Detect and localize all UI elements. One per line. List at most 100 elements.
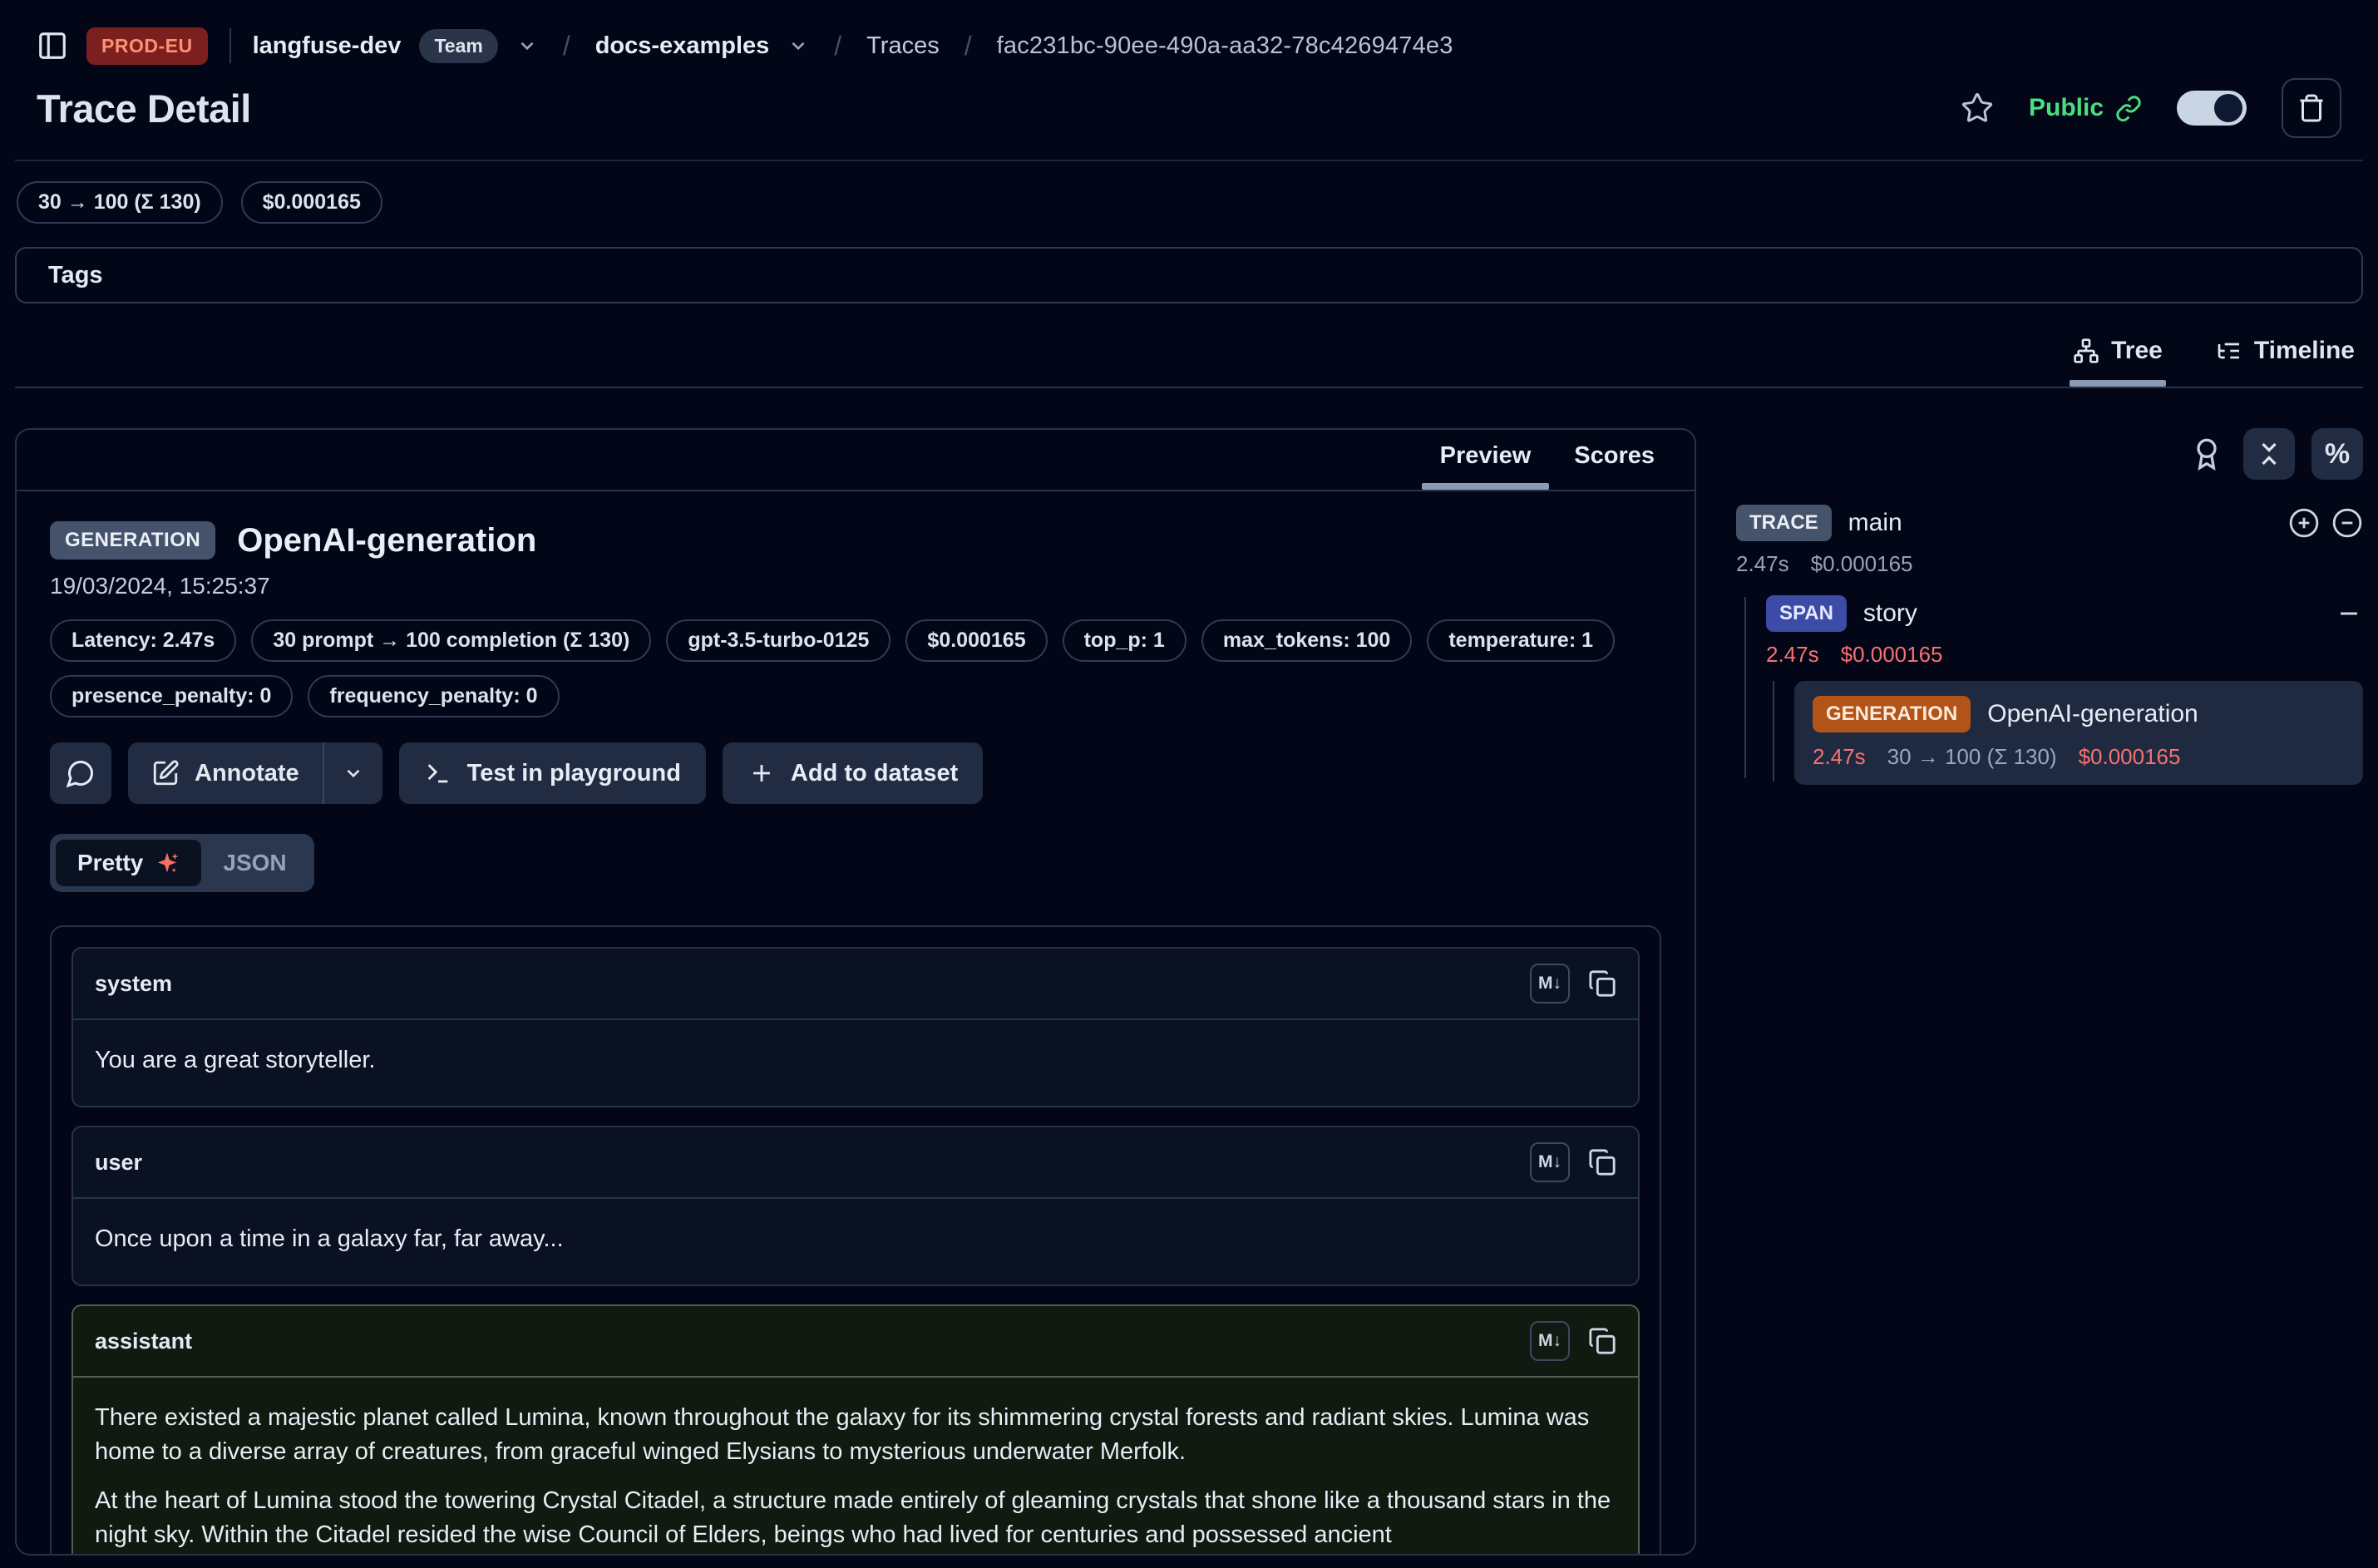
markdown-toggle-icon[interactable]: M↓: [1530, 1321, 1570, 1361]
public-toggle[interactable]: [2177, 91, 2247, 126]
message-header: userM↓: [73, 1127, 1638, 1199]
public-status: Public: [2029, 94, 2142, 122]
trace-cost: $0.000165: [1811, 551, 1913, 577]
tags-container[interactable]: Tags: [15, 247, 2363, 303]
span-type-badge: SPAN: [1766, 595, 1847, 632]
message-block-user: userM↓ Once upon a time in a galaxy far, …: [72, 1126, 1640, 1286]
add-to-dataset-button[interactable]: Add to dataset: [723, 742, 983, 804]
span-cost: $0.000165: [1841, 642, 1943, 668]
project-chevron-down-icon[interactable]: [787, 35, 809, 57]
observation-timestamp: 19/03/2024, 15:25:37: [50, 573, 1661, 599]
token-usage-badge: 30 → 100 (Σ 130): [17, 181, 223, 224]
comment-button[interactable]: [50, 742, 111, 804]
collapse-span-icon[interactable]: [2335, 599, 2363, 628]
generation-type-badge: GENERATION: [1813, 696, 1971, 732]
observation-name: OpenAI-generation: [237, 522, 536, 560]
sparkles-icon: [155, 851, 180, 875]
org-chevron-down-icon[interactable]: [516, 35, 538, 57]
message-block-assistant: assistant M↓ There existed a majestic plan…: [72, 1304, 1640, 1556]
cost-badge: $0.000165: [241, 181, 382, 224]
trace-type-badge: TRACE: [1736, 505, 1832, 541]
tags-label: Tags: [48, 262, 103, 289]
message-paragraph: You are a great storyteller.: [95, 1043, 1616, 1077]
markdown-toggle-icon[interactable]: M↓: [1530, 964, 1570, 1003]
breadcrumb-separator: /: [965, 31, 972, 62]
message-paragraph: There existed a majestic planet called L…: [95, 1401, 1616, 1469]
title-actions: Public: [1961, 78, 2341, 138]
observation-detail-card: Preview Scores GENERATION OpenAI-generat…: [15, 428, 1696, 1556]
observation-badges: Latency: 2.47s30 prompt → 100 completion…: [50, 619, 1661, 717]
main-content: Preview Scores GENERATION OpenAI-generat…: [15, 428, 2363, 1556]
observation-body: GENERATION OpenAI-generation 19/03/2024,…: [17, 491, 1695, 1556]
format-json-option[interactable]: JSON: [201, 840, 308, 886]
sidebar-toggle-icon[interactable]: [37, 30, 68, 62]
tab-scores-label: Scores: [1556, 442, 1673, 483]
breadcrumb-org[interactable]: langfuse-dev: [253, 32, 402, 60]
trace-tree-panel: % TRACE main: [1736, 428, 2363, 785]
observation-actions: Annotate Test in playground: [50, 742, 1661, 804]
terminal-icon: [424, 759, 452, 787]
award-icon[interactable]: [2190, 437, 2223, 471]
annotate-dropdown-button[interactable]: [324, 742, 382, 804]
span-latency: 2.47s: [1766, 642, 1819, 668]
message-tools: M↓: [1530, 1142, 1616, 1182]
annotate-split-button: Annotate: [128, 742, 382, 804]
test-in-playground-button[interactable]: Test in playground: [399, 742, 706, 804]
metrics-percent-button[interactable]: %: [2311, 428, 2363, 480]
message-content: Once upon a time in a galaxy far, far aw…: [73, 1199, 1638, 1284]
public-link-icon[interactable]: [2115, 95, 2142, 121]
tree-row-generation-selected[interactable]: GENERATION OpenAI-generation 2.47s 30 → …: [1794, 681, 2363, 785]
message-tools: M↓: [1530, 1321, 1616, 1361]
trace-name: main: [1848, 509, 1902, 537]
trace-tree: TRACE main 2.47s $0.000165: [1736, 505, 2363, 785]
tab-tree-label: Tree: [2111, 337, 2163, 365]
public-label: Public: [2029, 94, 2104, 122]
tab-preview[interactable]: Preview: [1422, 430, 1550, 490]
tree-row-span[interactable]: SPAN story: [1766, 595, 2363, 632]
annotate-button[interactable]: Annotate: [128, 742, 323, 804]
message-content: You are a great storyteller.: [73, 1020, 1638, 1106]
breadcrumb-project[interactable]: docs-examples: [595, 32, 770, 60]
message-role-label: system: [95, 971, 172, 997]
collapse-all-button[interactable]: [2243, 428, 2295, 480]
observation-badge: temperature: 1: [1427, 619, 1615, 662]
delete-trace-button[interactable]: [2282, 78, 2341, 138]
span-children: GENERATION OpenAI-generation 2.47s 30 → …: [1766, 681, 2363, 785]
observation-badge: 30 prompt → 100 completion (Σ 130): [251, 619, 651, 662]
breadcrumb: PROD-EU langfuse-dev Team / docs-example…: [15, 0, 2363, 67]
copy-icon[interactable]: [1588, 1327, 1616, 1355]
message-paragraph: Once upon a time in a galaxy far, far aw…: [95, 1222, 1616, 1256]
generation-cost: $0.000165: [2079, 744, 2181, 770]
tab-tree[interactable]: Tree: [2070, 332, 2166, 387]
active-tab-indicator: [1422, 483, 1550, 490]
tab-scores[interactable]: Scores: [1556, 430, 1673, 490]
tree-icon: [2073, 338, 2099, 364]
panel-tabs: Preview Scores: [17, 430, 1695, 491]
format-pretty-option[interactable]: Pretty: [56, 840, 201, 886]
breadcrumb-traces-link[interactable]: Traces: [866, 32, 940, 60]
observation-badge: top_p: 1: [1063, 619, 1187, 662]
pretty-label: Pretty: [77, 850, 143, 876]
bookmark-star-icon[interactable]: [1961, 91, 1994, 125]
page-title: Trace Detail: [37, 86, 251, 131]
breadcrumb-separator: /: [563, 31, 570, 62]
copy-icon[interactable]: [1588, 969, 1616, 998]
tree-controls: %: [1736, 428, 2363, 480]
trace-summary-badges: 30 → 100 (Σ 130) $0.000165: [15, 161, 2363, 244]
generation-metrics: 2.47s 30 → 100 (Σ 130) $0.000165: [1813, 744, 2345, 770]
observation-badge: frequency_penalty: 0: [308, 675, 559, 717]
tab-timeline-label: Timeline: [2254, 337, 2355, 365]
collapse-tree-icon[interactable]: [2331, 507, 2363, 539]
generation-latency: 2.47s: [1813, 744, 1866, 770]
tree-row-trace[interactable]: TRACE main: [1736, 505, 2363, 541]
breadcrumb-divider: [229, 28, 231, 63]
tab-timeline[interactable]: Timeline: [2213, 332, 2358, 387]
expand-all-icon[interactable]: [2288, 507, 2320, 539]
view-tabs: Tree Timeline: [15, 332, 2363, 388]
copy-icon[interactable]: [1588, 1148, 1616, 1176]
breadcrumb-separator: /: [834, 31, 841, 62]
markdown-toggle-icon[interactable]: M↓: [1530, 1142, 1570, 1182]
add-to-dataset-label: Add to dataset: [791, 760, 958, 787]
timeline-icon: [2216, 338, 2242, 364]
message-role-label: assistant: [95, 1329, 192, 1354]
